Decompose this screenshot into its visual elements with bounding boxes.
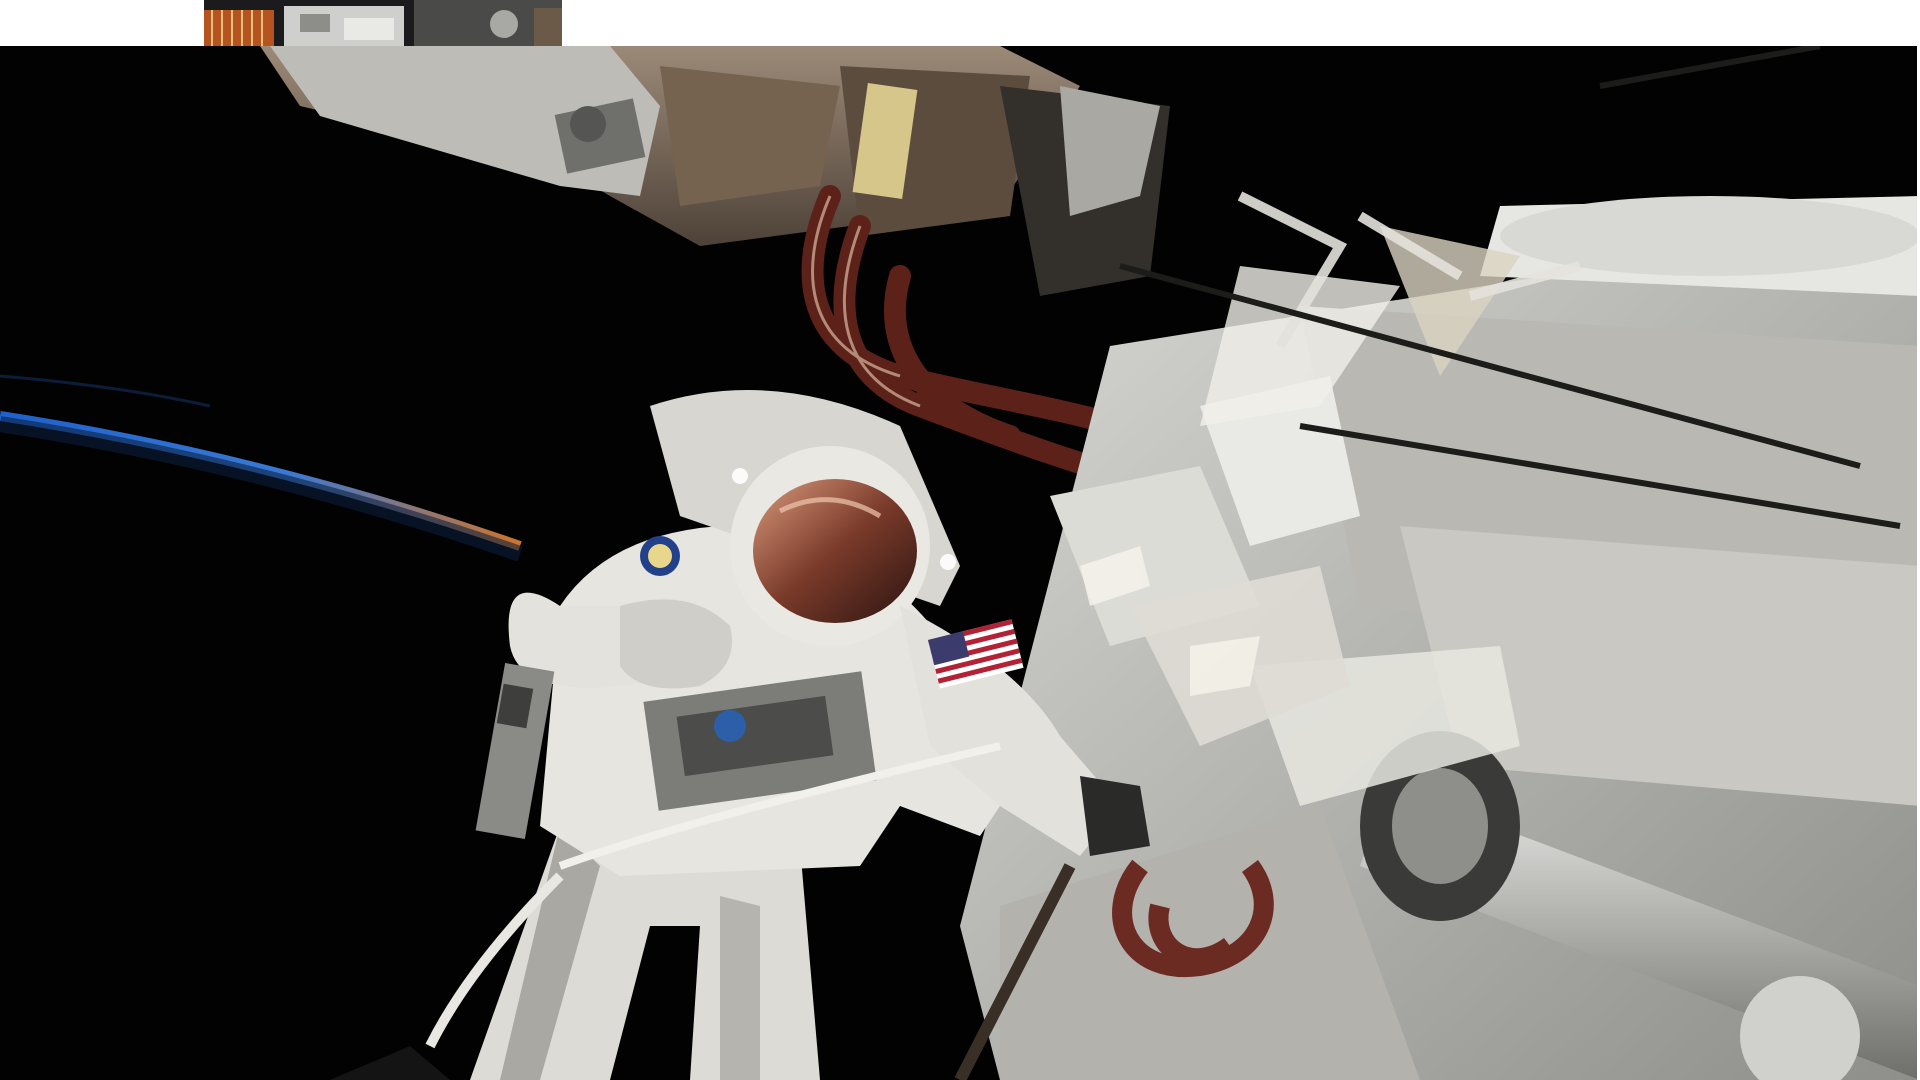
thumbnail-image <box>204 0 562 46</box>
screenshot-stage <box>0 0 1920 1080</box>
spacewalk-scene <box>0 46 1920 1080</box>
thumbnail-graphic <box>204 0 562 46</box>
spacewalk-photo <box>0 46 1920 1080</box>
